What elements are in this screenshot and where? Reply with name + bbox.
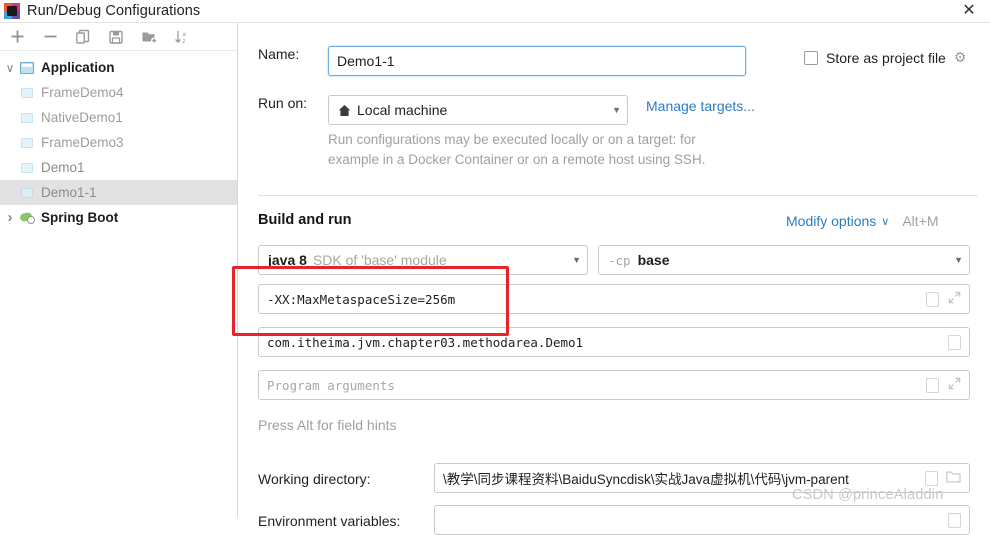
tree-node-label: NativeDemo1	[41, 110, 123, 125]
jre-value-name: java 8	[268, 252, 307, 268]
svg-text:z: z	[182, 39, 185, 45]
name-label: Name:	[258, 46, 300, 62]
program-arguments-placeholder: Program arguments	[267, 377, 395, 393]
new-folder-button[interactable]	[134, 24, 164, 50]
name-input-value: Demo1-1	[337, 53, 395, 69]
manage-targets-link-wrap[interactable]: Manage targets...	[646, 98, 755, 114]
build-and-run-header: Build and run	[258, 212, 351, 228]
environment-variables-label: Environment variables:	[258, 513, 401, 529]
main-class-value: com.itheima.jvm.chapter03.methodarea.Dem…	[267, 334, 584, 350]
close-icon[interactable]: ✕	[954, 0, 984, 22]
main-class-input[interactable]: com.itheima.jvm.chapter03.methodarea.Dem…	[258, 327, 970, 357]
run-config-icon	[18, 112, 36, 123]
classpath-module-value: base	[637, 252, 670, 268]
tree-node-label: Demo1-1	[41, 185, 97, 200]
tree-node-nativedemo1[interactable]: NativeDemo1	[0, 105, 237, 130]
store-as-project-file-row[interactable]: Store as project file ⚙	[804, 49, 966, 66]
run-config-icon	[18, 187, 36, 198]
jre-combobox[interactable]: java 8 SDK of 'base' module ▼	[258, 245, 588, 275]
svg-text:a: a	[182, 32, 186, 38]
intellij-idea-icon	[4, 3, 20, 19]
copy-configuration-button[interactable]	[68, 24, 98, 50]
tree-node-application[interactable]: Application	[0, 55, 237, 80]
section-separator	[258, 195, 978, 196]
tree-node-demo1-1[interactable]: Demo1-1	[0, 180, 237, 205]
working-directory-label-wrap: Working directory:	[258, 471, 371, 487]
field-hints-text: Press Alt for field hints	[258, 417, 397, 433]
configurations-tree-panel: a z Application FrameDemo4 NativeDemo1 F…	[0, 23, 237, 517]
configuration-detail-panel: Name: Demo1-1 Store as project file ⚙ Ru…	[238, 23, 990, 535]
remove-configuration-button[interactable]	[35, 24, 65, 50]
insert-macro-icon[interactable]	[925, 470, 938, 486]
chevron-down-icon[interactable]: ∨	[881, 215, 889, 228]
manage-targets-link[interactable]: Manage targets...	[646, 98, 755, 114]
tree-node-label: FrameDemo4	[41, 85, 124, 100]
sort-configurations-button[interactable]: a z	[167, 24, 197, 50]
classpath-module-combobox[interactable]: -cp base ▼	[598, 245, 970, 275]
run-config-icon	[18, 162, 36, 173]
chevron-right-icon[interactable]	[2, 209, 18, 226]
environment-variables-input[interactable]	[434, 505, 970, 535]
program-arguments-input[interactable]: Program arguments	[258, 370, 970, 400]
insert-macro-icon[interactable]	[926, 377, 939, 393]
run-on-hint-line-2: example in a Docker Container or on a re…	[328, 152, 706, 167]
store-as-project-file-label: Store as project file	[826, 49, 946, 66]
tree-node-spring-boot[interactable]: Spring Boot	[0, 205, 237, 230]
spring-boot-icon	[18, 211, 36, 224]
browse-folder-icon[interactable]	[946, 470, 961, 486]
window-title-bar: Run/Debug Configurations ✕	[0, 0, 990, 22]
working-directory-value: \教学\同步课程资料\BaiduSyncdisk\实战Java虚拟机\代码\jv…	[443, 472, 849, 487]
add-configuration-button[interactable]	[2, 24, 32, 50]
run-config-icon	[18, 137, 36, 148]
gear-icon[interactable]: ⚙	[954, 49, 967, 66]
configurations-tree: Application FrameDemo4 NativeDemo1 Frame…	[0, 51, 237, 230]
insert-macro-icon[interactable]	[948, 512, 961, 528]
chevron-down-icon[interactable]: ▼	[946, 255, 963, 265]
vm-options-input[interactable]: -XX:MaxMetaspaceSize=256m	[258, 284, 970, 314]
tree-node-framedemo3[interactable]: FrameDemo3	[0, 130, 237, 155]
run-on-combobox[interactable]: Local machine ▼	[328, 95, 628, 125]
store-as-project-file-checkbox[interactable]	[804, 50, 818, 65]
environment-variables-label-wrap: Environment variables:	[258, 513, 400, 529]
csdn-watermark: CSDN @princeAladdin	[792, 487, 944, 503]
insert-macro-icon[interactable]	[948, 334, 961, 350]
vm-options-value: -XX:MaxMetaspaceSize=256m	[267, 291, 456, 307]
save-configuration-button[interactable]	[101, 24, 131, 50]
run-on-hint: Run configurations may be executed local…	[328, 130, 968, 170]
name-input[interactable]: Demo1-1	[328, 46, 746, 76]
tree-toolbar: a z	[0, 23, 237, 51]
modify-options-shortcut: Alt+M	[902, 213, 939, 229]
run-on-label: Run on:	[258, 95, 308, 111]
expand-icon[interactable]	[948, 377, 961, 394]
chevron-down-icon[interactable]: ▼	[564, 255, 581, 265]
build-and-run-title: Build and run	[258, 212, 352, 228]
field-hints-row: Press Alt for field hints	[258, 415, 397, 435]
run-on-label-wrap: Run on:	[258, 95, 307, 111]
home-icon	[338, 104, 351, 117]
run-on-value: Local machine	[357, 102, 448, 118]
working-directory-label: Working directory:	[258, 471, 371, 487]
tree-node-framedemo4[interactable]: FrameDemo4	[0, 80, 237, 105]
tree-node-label: Spring Boot	[41, 210, 119, 225]
modify-options-row[interactable]: Modify options ∨ Alt+M	[786, 213, 939, 229]
window-title: Run/Debug Configurations	[27, 3, 201, 19]
classpath-prefix: -cp	[608, 252, 631, 268]
modify-options-link[interactable]: Modify options	[786, 213, 876, 229]
application-folder-icon	[18, 61, 36, 74]
jre-value-description: SDK of 'base' module	[312, 252, 447, 268]
tree-node-demo1[interactable]: Demo1	[0, 155, 237, 180]
insert-macro-icon[interactable]	[926, 291, 939, 307]
expand-icon[interactable]	[948, 291, 961, 308]
run-on-hint-line-1: Run configurations may be executed local…	[328, 132, 696, 147]
chevron-down-icon[interactable]	[2, 61, 18, 75]
run-config-icon	[18, 87, 36, 98]
name-label-wrap: Name:	[258, 46, 299, 62]
chevron-down-icon[interactable]: ▼	[604, 105, 621, 115]
tree-node-label: Demo1	[41, 160, 85, 175]
tree-node-label: FrameDemo3	[41, 135, 124, 150]
tree-node-label: Application	[41, 60, 115, 75]
